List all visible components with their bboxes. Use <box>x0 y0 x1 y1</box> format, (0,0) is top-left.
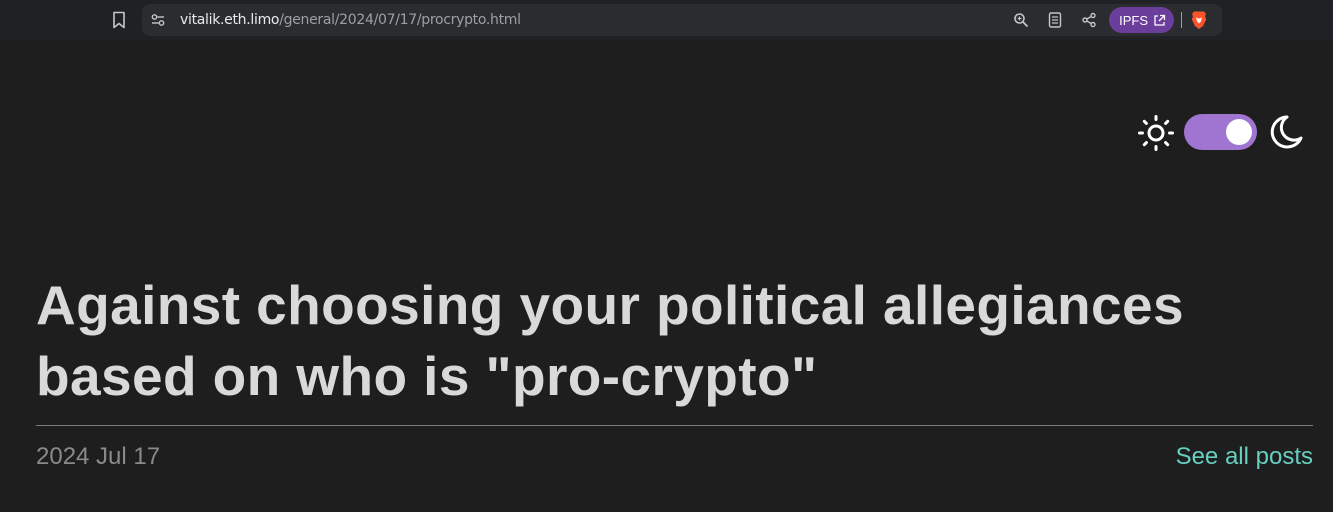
sun-icon[interactable] <box>1137 114 1175 152</box>
see-all-posts-link[interactable]: See all posts <box>1176 442 1313 472</box>
title-divider <box>36 425 1313 426</box>
theme-toggle <box>1137 112 1307 152</box>
switch-knob <box>1226 119 1252 145</box>
moon-icon[interactable] <box>1265 112 1305 152</box>
address-bar-actions: IPFS <box>1001 7 1212 33</box>
site-settings-icon[interactable] <box>150 12 166 28</box>
url-text[interactable]: vitalik.eth.limo/general/2024/07/17/proc… <box>180 11 521 29</box>
zoom-icon[interactable] <box>1007 7 1035 33</box>
brave-shields-icon[interactable] <box>1186 7 1212 33</box>
dark-mode-switch[interactable] <box>1184 114 1257 150</box>
post-date: 2024 Jul 17 <box>36 443 161 470</box>
bookmark-icon[interactable] <box>110 10 128 30</box>
toolbar-divider <box>1181 12 1182 28</box>
address-bar[interactable]: vitalik.eth.limo/general/2024/07/17/proc… <box>142 4 1222 36</box>
ipfs-label: IPFS <box>1119 12 1148 28</box>
post-title: Against choosing your political allegian… <box>36 274 1185 407</box>
external-link-icon <box>1153 14 1166 27</box>
ipfs-button[interactable]: IPFS <box>1109 7 1174 33</box>
browser-toolbar: vitalik.eth.limo/general/2024/07/17/proc… <box>0 0 1333 40</box>
share-icon[interactable] <box>1075 7 1103 33</box>
reader-mode-icon[interactable] <box>1041 7 1069 33</box>
url-path: /general/2024/07/17/procrypto.html <box>279 12 521 28</box>
url-host: vitalik.eth.limo <box>180 12 280 28</box>
